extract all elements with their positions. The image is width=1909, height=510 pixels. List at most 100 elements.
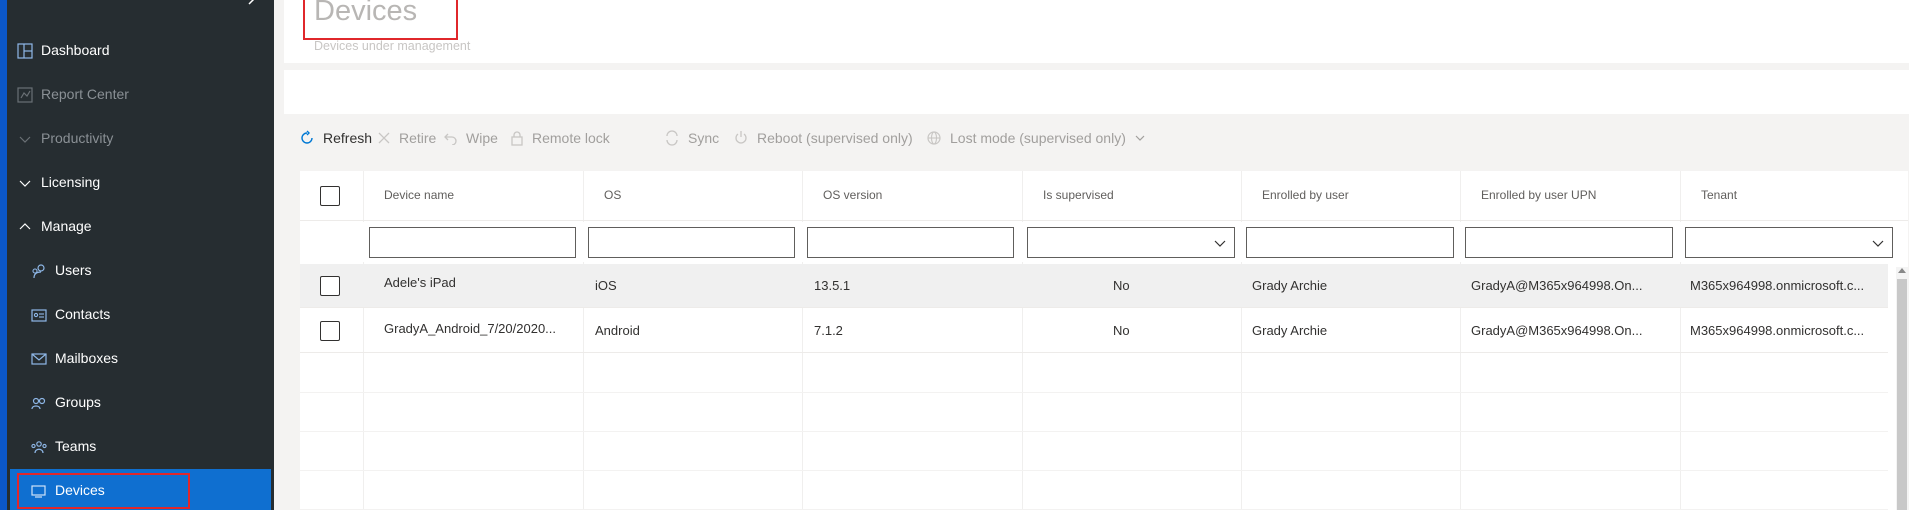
page-subtitle: Devices under management [314,39,471,53]
os-filter-input[interactable] [588,227,795,258]
empty-row [300,432,1888,471]
sidebar-item-label: Report Center [41,86,129,102]
lost-mode-label: Lost mode (supervised only) [950,130,1126,146]
sidebar-item-manage[interactable]: Manage [7,205,274,249]
is-supervised-cell: No [1113,278,1130,293]
command-bar: Refresh Retire Wipe Remote lock Sync Reb… [284,116,1909,160]
lost-mode-button[interactable]: Lost mode (supervised only) [926,128,1154,148]
sidebar: Dashboard Report Center Productivity Lic… [7,0,274,510]
vertical-scrollbar[interactable] [1896,267,1908,510]
column-header-os-version[interactable]: OS version [823,188,882,202]
close-icon [378,132,390,144]
page-header: Devices Devices under management [284,0,1909,63]
sidebar-item-label: Mailboxes [55,350,119,366]
scroll-up-arrow[interactable] [1898,268,1906,273]
device-name-filter-input[interactable] [369,227,576,258]
collapse-nav-button[interactable] [237,0,265,16]
table-row[interactable]: GradyA_Android_7/20/2020... Android 7.1.… [300,309,1888,353]
row-checkbox[interactable] [320,276,340,296]
tenant-filter-select[interactable] [1685,227,1893,258]
retire-label: Retire [399,130,437,146]
teams-icon [31,441,47,454]
column-header-enrolled-by-user[interactable]: Enrolled by user [1262,188,1349,202]
sidebar-item-dashboard[interactable]: Dashboard [7,29,274,73]
sidebar-item-label: Licensing [41,174,101,190]
sidebar-item-licensing[interactable]: Licensing [7,161,274,205]
column-header-os[interactable]: OS [604,188,621,202]
sidebar-item-label: Groups [55,394,101,410]
column-header-enrolled-by-user-upn[interactable]: Enrolled by user UPN [1481,188,1596,202]
select-all-checkbox[interactable] [320,186,340,206]
sidebar-item-productivity[interactable]: Productivity [7,117,274,161]
sync-button[interactable]: Sync [664,128,719,148]
os-version-filter-input[interactable] [807,227,1014,258]
device-name-cell[interactable]: GradyA_Android_7/20/2020... [384,321,556,336]
sidebar-item-users[interactable]: Users [7,249,274,293]
tenant-cell: M365x964998.onmicrosoft.c... [1690,278,1865,293]
sync-icon [666,130,678,146]
column-header-is-supervised[interactable]: Is supervised [1043,188,1114,202]
sidebar-item-label: Manage [41,218,92,234]
undo-icon [444,133,457,145]
tenant-cell: M365x964998.onmicrosoft.c... [1690,323,1865,338]
wipe-button[interactable]: Wipe [444,128,498,148]
dashboard-icon [17,43,33,59]
column-header-tenant[interactable]: Tenant [1701,188,1737,202]
empty-row [300,393,1888,432]
refresh-button[interactable]: Refresh [299,128,372,148]
table-row[interactable]: Adele's iPad iOS 13.5.1 No Grady Archie … [300,264,1888,308]
remote-lock-button[interactable]: Remote lock [510,128,610,148]
retire-button[interactable]: Retire [377,128,436,148]
chevron-down-icon [1135,135,1145,141]
enrolled-by-user-upn-cell: GradyA@M365x964998.On... [1471,323,1643,338]
chevron-down-icon [19,136,31,143]
empty-row [300,471,1888,510]
chevron-down-icon [19,180,31,187]
sidebar-item-contacts[interactable]: Contacts [7,293,274,337]
is-supervised-filter-select[interactable] [1027,227,1235,258]
mail-icon [31,353,47,365]
is-supervised-cell: No [1113,323,1130,338]
app-window: Dashboard Report Center Productivity Lic… [0,0,1909,510]
chevron-down-icon [1214,240,1226,247]
contacts-icon [31,309,47,322]
sidebar-item-report-center[interactable]: Report Center [7,73,274,117]
reboot-label: Reboot (supervised only) [757,130,913,146]
users-icon [32,264,45,279]
sidebar-item-groups[interactable]: Groups [7,381,274,425]
sidebar-item-mailboxes[interactable]: Mailboxes [7,337,274,381]
refresh-icon [301,130,313,144]
filter-row [300,222,1908,262]
refresh-label: Refresh [323,130,373,146]
sidebar-item-label: Dashboard [41,42,110,58]
chevron-left-icon [248,0,255,5]
message-bar-area [284,70,1909,114]
column-header-device-name[interactable]: Device name [384,188,454,202]
enrolled-by-user-upn-filter-input[interactable] [1465,227,1673,258]
main-content: Devices Devices under management Refresh… [274,0,1909,510]
left-accent-bar [0,0,7,510]
scrollbar-thumb[interactable] [1897,279,1907,510]
reboot-button[interactable]: Reboot (supervised only) [733,128,913,148]
groups-icon [31,397,46,410]
enrolled-by-user-cell: Grady Archie [1252,323,1328,338]
page-title: Devices [314,0,418,27]
devices-table: Device name OS OS version Is supervised … [300,171,1908,510]
device-name-cell[interactable]: Adele's iPad [384,275,456,290]
sidebar-item-label: Teams [55,438,97,454]
os-cell: iOS [595,278,617,293]
sidebar-item-label: Contacts [55,306,111,322]
os-version-cell: 7.1.2 [814,323,843,338]
empty-row [300,354,1888,393]
power-icon [735,131,747,144]
row-checkbox[interactable] [320,321,340,341]
table-header: Device name OS OS version Is supervised … [300,171,1908,221]
devices-highlight-outline [17,473,190,509]
enrolled-by-user-upn-cell: GradyA@M365x964998.On... [1471,278,1643,293]
enrolled-by-user-filter-input[interactable] [1246,227,1454,258]
sidebar-item-teams[interactable]: Teams [7,425,274,469]
sync-label: Sync [688,130,720,146]
wipe-label: Wipe [466,130,498,146]
sidebar-item-label: Productivity [41,130,114,146]
os-cell: Android [595,323,640,338]
